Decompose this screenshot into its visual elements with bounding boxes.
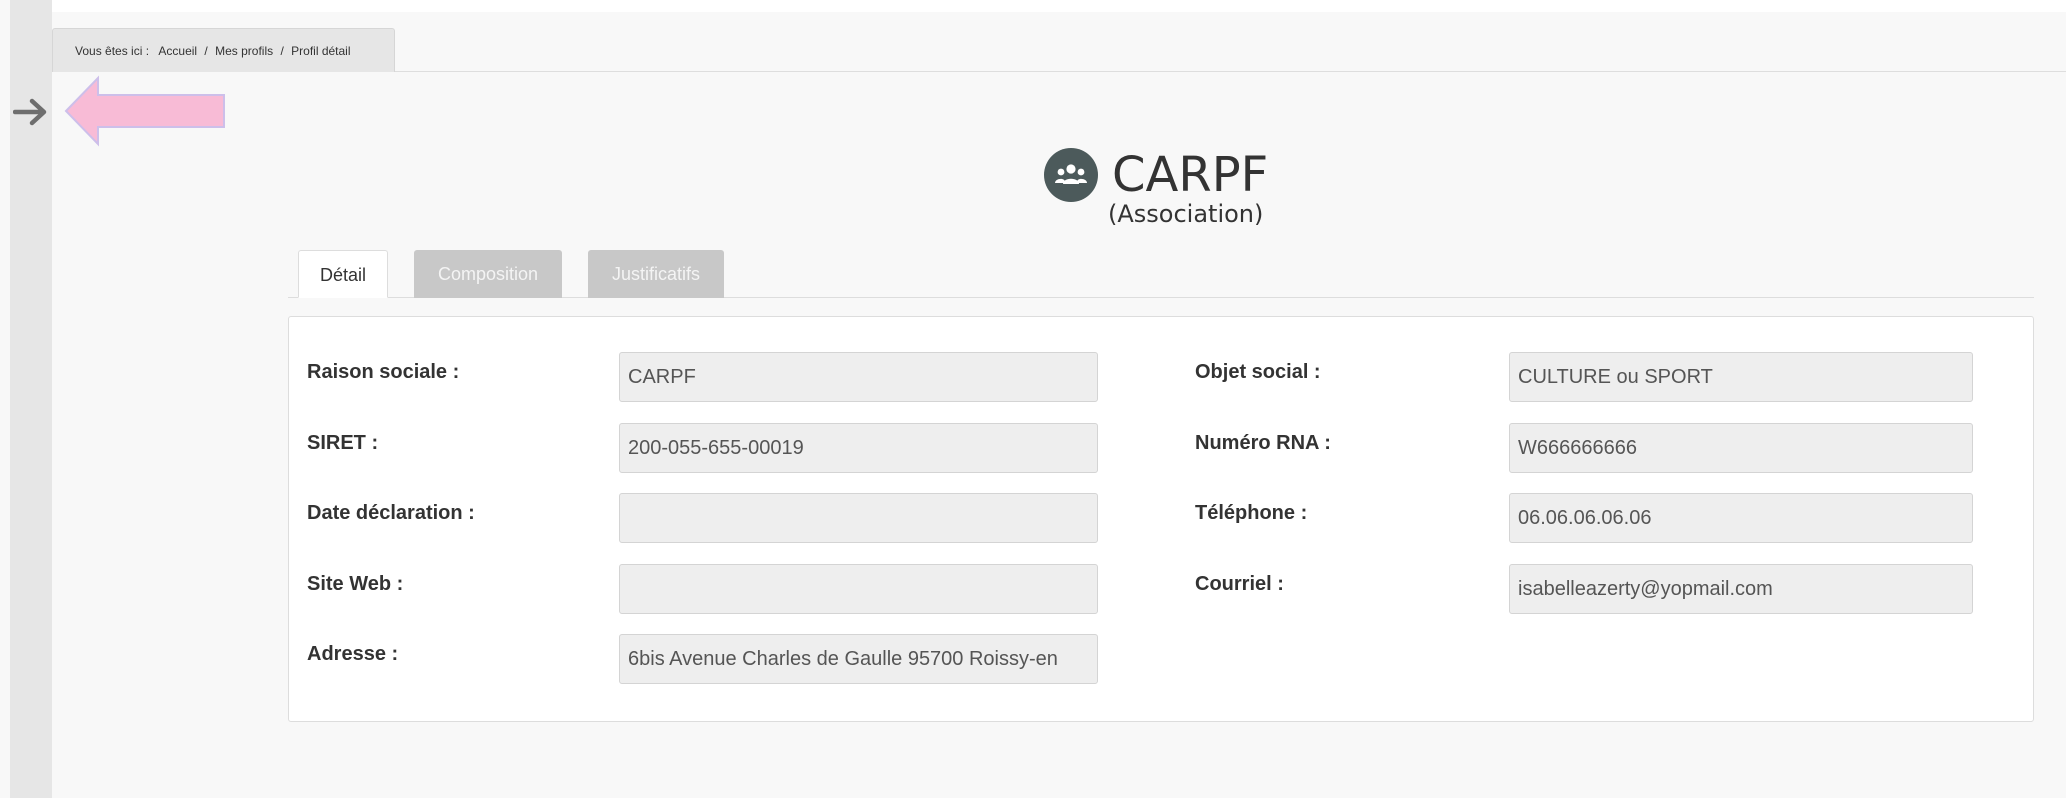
breadcrumb-link-mes-profils[interactable]: Mes profils: [215, 44, 273, 58]
tab-justificatifs[interactable]: Justificatifs: [588, 250, 724, 298]
breadcrumb-link-accueil[interactable]: Accueil: [158, 44, 197, 58]
date-declaration-label: Date déclaration :: [307, 502, 475, 524]
courriel-field[interactable]: isabelleazerty@yopmail.com: [1509, 564, 1973, 614]
users-icon: [1044, 148, 1098, 202]
date-declaration-field[interactable]: [619, 493, 1098, 543]
arrow-left-annotation-icon: [64, 74, 226, 148]
numero-rna-label: Numéro RNA :: [1195, 432, 1331, 454]
raison-sociale-label: Raison sociale :: [307, 361, 460, 383]
detail-panel: Raison sociale : CARPF SIRET : 200-055-6…: [288, 316, 2034, 722]
site-web-field[interactable]: [619, 564, 1098, 614]
tab-detail[interactable]: Détail: [298, 250, 388, 298]
top-strip: [52, 0, 2066, 12]
raison-sociale-field[interactable]: CARPF: [619, 352, 1098, 402]
breadcrumb-separator: /: [280, 44, 284, 58]
breadcrumb-separator: /: [204, 44, 208, 58]
adresse-field[interactable]: 6bis Avenue Charles de Gaulle 95700 Rois…: [619, 634, 1098, 684]
page: Vous êtes ici : Accueil / Mes profils / …: [0, 0, 2066, 798]
tab-composition[interactable]: Composition: [414, 250, 562, 298]
objet-social-label: Objet social :: [1195, 361, 1321, 383]
courriel-label: Courriel :: [1195, 573, 1284, 595]
breadcrumb: Vous êtes ici : Accueil / Mes profils / …: [52, 28, 395, 72]
telephone-field[interactable]: 06.06.06.06.06: [1509, 493, 1973, 543]
telephone-label: Téléphone :: [1195, 502, 1308, 524]
page-subtitle: (Association): [1108, 200, 1264, 228]
breadcrumb-current: Profil détail: [291, 44, 351, 58]
numero-rna-field[interactable]: W666666666: [1509, 423, 1973, 473]
siret-label: SIRET :: [307, 432, 379, 454]
site-web-label: Site Web :: [307, 573, 404, 595]
adresse-label: Adresse :: [307, 643, 399, 665]
siret-field[interactable]: 200-055-655-00019: [619, 423, 1098, 473]
breadcrumb-prefix: Vous êtes ici :: [75, 44, 150, 58]
objet-social-field[interactable]: CULTURE ou SPORT: [1509, 352, 1973, 402]
arrow-right-icon[interactable]: [10, 92, 52, 132]
